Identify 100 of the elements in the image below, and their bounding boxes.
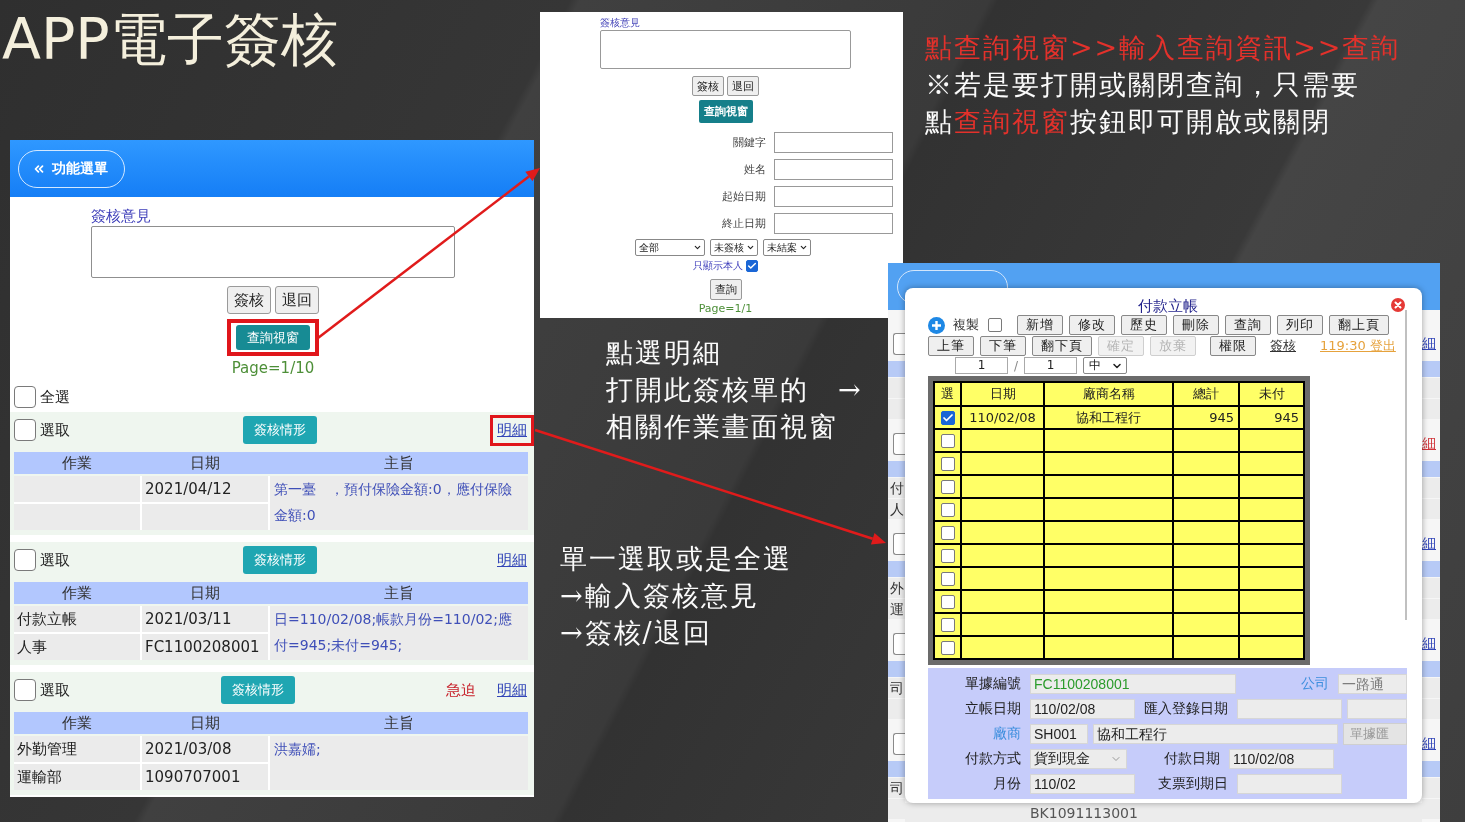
table-cell: 2021/03/11	[142, 606, 268, 632]
table-header	[888, 361, 905, 377]
scrollbar[interactable]	[1405, 310, 1407, 620]
detail-link[interactable]: 明細	[497, 420, 527, 440]
note-text: 點查詢視窗按鈕即可開啟或關閉	[925, 105, 1332, 139]
input-field[interactable]: 110/02/08	[1030, 698, 1135, 719]
checkbox[interactable]	[14, 549, 36, 571]
close-icon[interactable]	[1391, 298, 1405, 312]
input-field[interactable]	[774, 186, 893, 207]
checkbox[interactable]	[940, 456, 955, 471]
field-label: 付款日期	[1163, 749, 1221, 768]
filter-select[interactable]: 未結案	[763, 239, 811, 256]
checkbox[interactable]	[988, 318, 1002, 332]
checkbox[interactable]	[746, 260, 758, 272]
checkbox[interactable]	[893, 433, 905, 455]
toolbar-button[interactable]: 翻上頁	[1329, 315, 1389, 335]
note-text: →簽核/退回	[560, 616, 713, 650]
add-icon[interactable]	[928, 316, 945, 334]
sign-button[interactable]: 簽核	[227, 286, 271, 314]
checkbox[interactable]	[893, 533, 905, 555]
toolbar-button[interactable]: 翻下頁	[1032, 336, 1092, 356]
table-cell: 第一臺 ，預付保險金額:0，應付保險金額:0	[270, 476, 528, 530]
toolbar-button[interactable]: 列印	[1277, 315, 1323, 335]
table-cell: 人	[888, 499, 905, 519]
field-label: 支票到期日	[1157, 774, 1229, 793]
table-cell	[1174, 453, 1240, 476]
toolbar-button[interactable]: 上筆	[928, 336, 974, 356]
checkbox[interactable]	[14, 386, 36, 408]
input-field[interactable]	[1347, 698, 1407, 719]
checkbox[interactable]	[940, 640, 955, 655]
select-label: 選取	[40, 680, 70, 700]
column-header: 作業	[61, 713, 93, 734]
checkbox[interactable]	[940, 594, 955, 609]
note-text: 點選明細	[606, 336, 723, 370]
detail-link[interactable]: 明細	[497, 680, 527, 700]
input-field[interactable]: SH001	[1030, 723, 1088, 744]
detail-link[interactable]: 細	[1422, 735, 1436, 753]
opinion-textarea[interactable]	[600, 30, 851, 69]
input-field[interactable]: 110/02	[1030, 773, 1135, 794]
toolbar-button[interactable]: 刪除	[1173, 315, 1219, 335]
table-cell	[1240, 568, 1305, 591]
toolbar-button[interactable]: 新增	[1017, 315, 1063, 335]
note-text: 單一選取或是全選	[560, 542, 792, 576]
table-cell: 2021/04/12	[142, 476, 268, 502]
input-field[interactable]: 110/02/08	[1229, 748, 1334, 769]
checkbox[interactable]	[893, 333, 905, 355]
opinion-label: 簽核意見	[600, 16, 640, 30]
checkbox[interactable]	[940, 525, 955, 540]
checkbox[interactable]	[14, 419, 36, 441]
filter-select[interactable]: 未簽核	[710, 239, 758, 256]
checkbox[interactable]	[940, 548, 955, 563]
input-field[interactable]: 協和工程行	[1093, 723, 1338, 744]
table-cell: BK1091113001	[905, 803, 1422, 822]
checkbox[interactable]	[940, 479, 955, 494]
checkbox[interactable]	[893, 633, 905, 655]
input-field[interactable]	[1237, 698, 1342, 719]
return-button[interactable]: 退回	[275, 286, 319, 314]
toolbar-button[interactable]: 權限	[1210, 336, 1256, 356]
checkbox[interactable]	[940, 410, 955, 425]
sign-link[interactable]: 簽核	[1270, 337, 1296, 355]
detail-link[interactable]: 細	[1422, 335, 1436, 353]
detail-link[interactable]: 細	[1422, 535, 1436, 553]
detail-link[interactable]: 細	[1422, 435, 1436, 453]
select-field[interactable]: 貨到現金	[1030, 748, 1127, 769]
query-window-button[interactable]: 查詢視窗	[698, 100, 753, 123]
table-cell: 運	[888, 599, 905, 619]
filter-select[interactable]: 全部	[635, 239, 705, 256]
opinion-textarea[interactable]	[91, 226, 455, 278]
checkbox[interactable]	[893, 733, 905, 755]
detail-link[interactable]: 細	[1422, 635, 1436, 653]
checkbox[interactable]	[940, 502, 955, 517]
query-window-button[interactable]: 查詢視窗	[236, 325, 310, 350]
toolbar-button[interactable]: 下筆	[980, 336, 1026, 356]
checkbox[interactable]	[14, 679, 36, 701]
field-label: 關鍵字	[732, 135, 766, 151]
table-cell: 付款立帳	[14, 606, 140, 632]
table-cell	[1174, 545, 1240, 568]
chevron-down-icon	[746, 243, 755, 252]
return-button[interactable]: 退回	[727, 76, 759, 96]
checkbox[interactable]	[940, 571, 955, 586]
size-select[interactable]: 中	[1083, 357, 1128, 374]
input-field[interactable]: 一路通	[1338, 673, 1407, 694]
input-field[interactable]	[1237, 773, 1342, 794]
page-input[interactable]: 1	[955, 357, 1008, 374]
page-total-field[interactable]: 1	[1024, 357, 1078, 374]
field-label: 匯入登錄日期	[1143, 699, 1229, 718]
input-field[interactable]	[774, 213, 893, 234]
input-field[interactable]	[774, 159, 893, 180]
toolbar-button[interactable]: 歷史	[1121, 315, 1167, 335]
checkbox[interactable]	[940, 433, 955, 448]
sign-button[interactable]: 簽核	[692, 76, 724, 96]
detail-link[interactable]: 明細	[497, 550, 527, 570]
checkbox[interactable]	[940, 617, 955, 632]
table-cell	[1240, 499, 1305, 522]
toolbar-button[interactable]: 查詢	[1225, 315, 1271, 335]
table-cell: 2021/03/08	[142, 736, 268, 762]
note-text: →輸入簽核意見	[560, 579, 760, 613]
input-field[interactable]	[774, 132, 893, 153]
toolbar-button[interactable]: 修改	[1069, 315, 1115, 335]
search-button[interactable]: 查詢	[709, 279, 742, 300]
